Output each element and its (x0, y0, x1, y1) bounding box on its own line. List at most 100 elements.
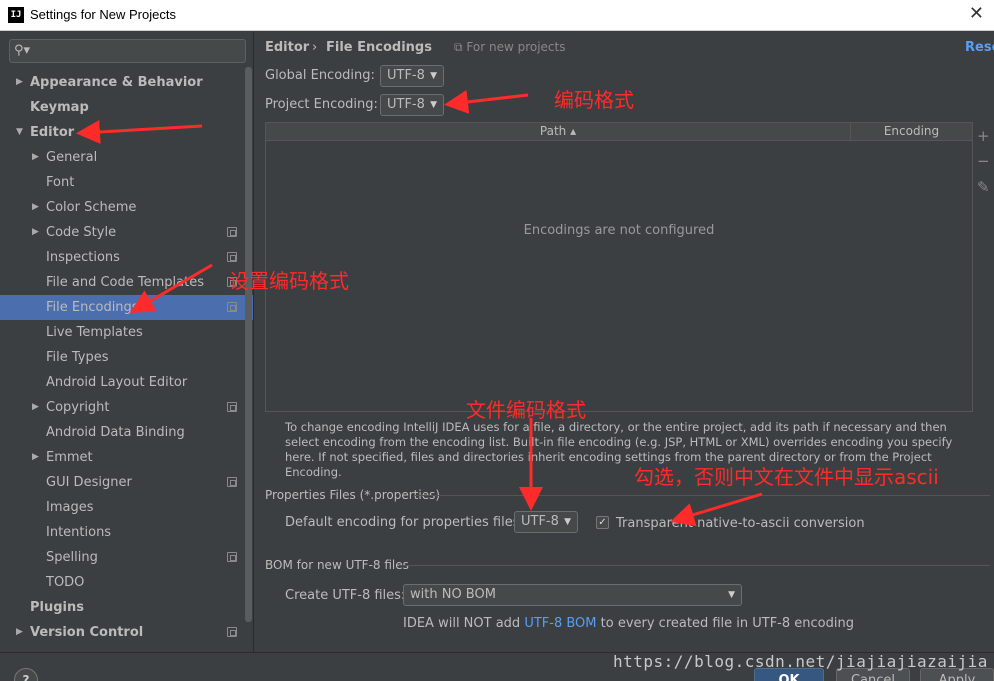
expand-right-icon[interactable]: ▶ (32, 445, 39, 470)
page-title: File Encodings (326, 40, 432, 55)
chevron-down-icon: ▼ (564, 517, 571, 527)
sidebar-item-inspections[interactable]: Inspections (0, 245, 253, 270)
project-scope-icon (227, 302, 237, 312)
close-icon[interactable]: ✕ (969, 3, 984, 24)
empty-table-text: Encodings are not configured (523, 223, 715, 238)
project-scope-icon (227, 627, 237, 637)
sidebar-item-label: Inspections (46, 250, 120, 265)
breadcrumb-separator: › (312, 40, 318, 55)
sidebar-item-gui-designer[interactable]: GUI Designer (0, 470, 253, 495)
sidebar-item-font[interactable]: Font (0, 170, 253, 195)
section-divider (415, 495, 990, 496)
sidebar-item-label: Copyright (46, 400, 110, 415)
sidebar-scrollbar[interactable] (245, 67, 252, 622)
sidebar-item-label: Images (46, 500, 94, 515)
remove-icon[interactable]: − (977, 152, 990, 170)
expand-right-icon[interactable]: ▶ (32, 220, 39, 245)
project-scope-icon (227, 552, 237, 562)
chevron-down-icon: ▼ (728, 590, 735, 600)
sidebar-item-label: File Encodings (46, 300, 139, 315)
project-encoding-label: Project Encoding: (265, 97, 378, 112)
expand-right-icon[interactable]: ▶ (32, 195, 39, 220)
title-bar: IJ Settings for New Projects ✕ (0, 0, 994, 31)
project-scope-icon (227, 402, 237, 412)
chevron-down-icon: ▼ (430, 100, 437, 110)
sidebar-item-label: Font (46, 175, 75, 190)
annotation-file-encoding-format: 文件编码格式 (466, 398, 586, 422)
encodings-table[interactable]: Path ▴ Encoding Encodings are not config… (265, 122, 973, 412)
sidebar-item-editor[interactable]: ▼ Editor (0, 120, 253, 145)
sidebar-item-intentions[interactable]: Intentions (0, 520, 253, 545)
sidebar-item-file-and-code-templates[interactable]: File and Code Templates (0, 270, 253, 295)
annotation-encoding-format: 编码格式 (554, 88, 634, 112)
expand-right-icon[interactable]: ▶ (32, 145, 39, 170)
project-scope-icon (227, 252, 237, 262)
file-encodings-panel: Editor › File Encodings ⧉ For new projec… (255, 32, 994, 652)
edit-icon[interactable]: ✎ (977, 178, 990, 196)
search-icon: ⚲▾ (14, 43, 31, 58)
sidebar-item-file-types[interactable]: File Types (0, 345, 253, 370)
column-path[interactable]: Path ▴ (266, 123, 850, 140)
global-encoding-combo[interactable]: UTF-8 ▼ (380, 65, 444, 87)
sidebar-item-code-style[interactable]: ▶ Code Style (0, 220, 253, 245)
sidebar-item-keymap[interactable]: Keymap (0, 95, 253, 120)
native-to-ascii-checkbox[interactable]: ✓ (596, 516, 609, 529)
sidebar-item-label: File and Code Templates (46, 275, 204, 290)
watermark-text: https://blog.csdn.net/jiajiajiazaijia (613, 652, 988, 671)
sidebar-item-emmet[interactable]: ▶ Emmet (0, 445, 253, 470)
sidebar-item-label: Spelling (46, 550, 98, 565)
sidebar-item-label: Keymap (30, 100, 89, 115)
breadcrumb-editor[interactable]: Editor (265, 40, 309, 55)
sidebar-item-plugins[interactable]: Plugins (0, 595, 253, 620)
expand-right-icon[interactable]: ▶ (16, 70, 23, 95)
sidebar-item-label: File Types (46, 350, 109, 365)
expand-down-icon[interactable]: ▼ (16, 120, 23, 145)
sidebar-item-color-scheme[interactable]: ▶ Color Scheme (0, 195, 253, 220)
properties-encoding-combo[interactable]: UTF-8 ▼ (514, 511, 578, 533)
settings-sidebar: ⚲▾ ▶ Appearance & Behavior Keymap ▼ Editor ▶ G… (0, 32, 254, 652)
sidebar-item-appearance-behavior[interactable]: ▶ Appearance & Behavior (0, 70, 253, 95)
create-utf8-label: Create UTF-8 files: (285, 588, 406, 603)
reset-link[interactable]: Reset (965, 40, 994, 55)
sidebar-item-label: Code Style (46, 225, 117, 240)
global-encoding-label: Global Encoding: (265, 68, 375, 83)
sidebar-item-general[interactable]: ▶ General (0, 145, 253, 170)
sidebar-item-label: GUI Designer (46, 475, 132, 490)
sidebar-item-label: Plugins (30, 600, 84, 615)
add-icon[interactable]: + (977, 127, 990, 145)
sidebar-item-version-control[interactable]: ▶ Version Control (0, 620, 253, 645)
native-to-ascii-label[interactable]: Transparent native-to-ascii conversion (616, 516, 865, 531)
annotation-set-encoding-format: 设置编码格式 (229, 269, 349, 293)
sidebar-item-file-encodings[interactable]: File Encodings (0, 295, 253, 320)
sidebar-item-todo[interactable]: TODO (0, 570, 253, 595)
expand-right-icon[interactable]: ▶ (32, 395, 39, 420)
sidebar-item-label: Emmet (46, 450, 93, 465)
project-scope-icon (227, 477, 237, 487)
utf8-bom-link[interactable]: UTF-8 BOM (524, 616, 596, 631)
default-properties-encoding-label: Default encoding for properties files: (285, 515, 524, 530)
sidebar-item-label: Version Control (30, 625, 144, 640)
bom-combo[interactable]: with NO BOM ▼ (403, 584, 742, 606)
properties-section-title: Properties Files (*.properties) (265, 488, 441, 502)
table-header: Path ▴ Encoding (266, 123, 972, 141)
expand-right-icon[interactable]: ▶ (16, 620, 23, 645)
sidebar-item-label: Android Layout Editor (46, 375, 188, 390)
sidebar-item-label: Live Templates (46, 325, 143, 340)
sidebar-item-android-data-binding[interactable]: Android Data Binding (0, 420, 253, 445)
intellij-app-icon: IJ (8, 7, 24, 23)
sidebar-item-label: General (46, 150, 98, 165)
sidebar-item-label: Editor (30, 125, 75, 140)
sidebar-item-copyright[interactable]: ▶ Copyright (0, 395, 253, 420)
project-encoding-combo[interactable]: UTF-8 ▼ (380, 94, 444, 116)
search-input[interactable]: ⚲▾ (9, 39, 246, 63)
column-encoding[interactable]: Encoding (850, 123, 972, 140)
sidebar-item-spelling[interactable]: Spelling (0, 545, 253, 570)
help-button[interactable]: ? (14, 668, 38, 681)
project-scope-icon: ⧉ (454, 40, 463, 54)
sidebar-item-images[interactable]: Images (0, 495, 253, 520)
bom-section-title: BOM for new UTF-8 files (265, 558, 409, 572)
window-title: Settings for New Projects (30, 7, 176, 22)
sidebar-item-live-templates[interactable]: Live Templates (0, 320, 253, 345)
sidebar-item-android-layout-editor[interactable]: Android Layout Editor (0, 370, 253, 395)
sidebar-item-label: Appearance & Behavior (30, 75, 203, 90)
